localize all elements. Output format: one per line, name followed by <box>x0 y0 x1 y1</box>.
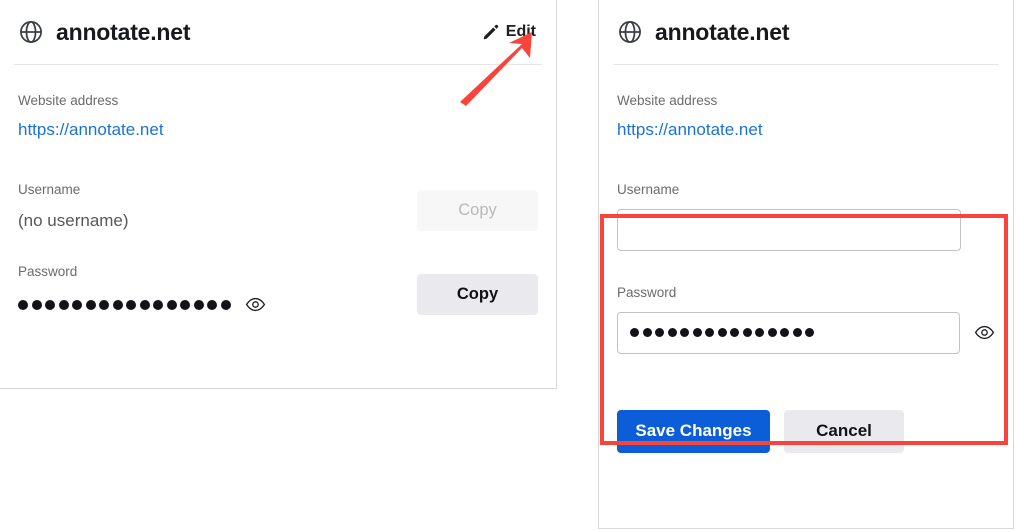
edit-card-header: annotate.net <box>599 0 1013 64</box>
website-address-label: Website address <box>18 93 119 108</box>
eye-icon[interactable] <box>974 322 995 343</box>
edit-button-label: Edit <box>505 23 536 40</box>
website-address-field: Website address https://annotate.net <box>617 93 995 141</box>
header-divider <box>613 64 999 65</box>
view-card-body: Website address https://annotate.net Use… <box>0 93 556 316</box>
view-card-header: annotate.net Edit <box>0 0 556 64</box>
copy-password-button[interactable]: Copy <box>417 274 538 316</box>
website-address-link[interactable]: https://annotate.net <box>617 120 763 140</box>
page-title: annotate.net <box>655 18 790 45</box>
form-actions: Save Changes Cancel <box>617 409 995 453</box>
website-address-label: Website address <box>617 93 718 108</box>
password-input[interactable] <box>617 311 960 354</box>
password-value-row <box>18 294 417 315</box>
cancel-button[interactable]: Cancel <box>784 409 904 453</box>
edit-card-body: Website address https://annotate.net Use… <box>599 93 1013 453</box>
pencil-icon <box>482 24 499 41</box>
username-label: Username <box>617 181 680 197</box>
password-masked-value <box>18 296 231 314</box>
website-address-field: Website address https://annotate.net <box>18 93 538 141</box>
edit-button[interactable]: Edit <box>480 21 538 43</box>
username-input[interactable] <box>617 208 961 251</box>
globe-icon <box>18 19 44 45</box>
password-label: Password <box>18 264 78 280</box>
password-label: Password <box>617 284 677 300</box>
password-field: Password <box>18 264 417 315</box>
copy-username-button[interactable]: Copy <box>417 190 538 232</box>
website-address-link[interactable]: https://annotate.net <box>18 120 164 140</box>
globe-icon <box>617 19 643 45</box>
password-details-view-card: annotate.net Edit Website address https:… <box>0 0 557 389</box>
username-edit-field: Username <box>617 182 995 251</box>
username-field-row: Username (no username) Copy <box>18 182 538 232</box>
password-edit-field: Password <box>617 285 995 354</box>
password-field-row: Password Copy <box>18 264 538 316</box>
username-field: Username (no username) <box>18 182 417 232</box>
username-input-wrap <box>617 208 995 251</box>
password-input-wrap <box>617 311 995 354</box>
header-divider <box>14 64 542 65</box>
eye-icon[interactable] <box>245 294 266 315</box>
page-title: annotate.net <box>56 18 191 45</box>
username-value: (no username) <box>18 210 129 230</box>
password-edit-card: annotate.net Website address https://ann… <box>598 0 1014 529</box>
username-label: Username <box>18 181 81 197</box>
password-masked-value <box>630 324 814 342</box>
save-changes-button[interactable]: Save Changes <box>617 409 770 453</box>
